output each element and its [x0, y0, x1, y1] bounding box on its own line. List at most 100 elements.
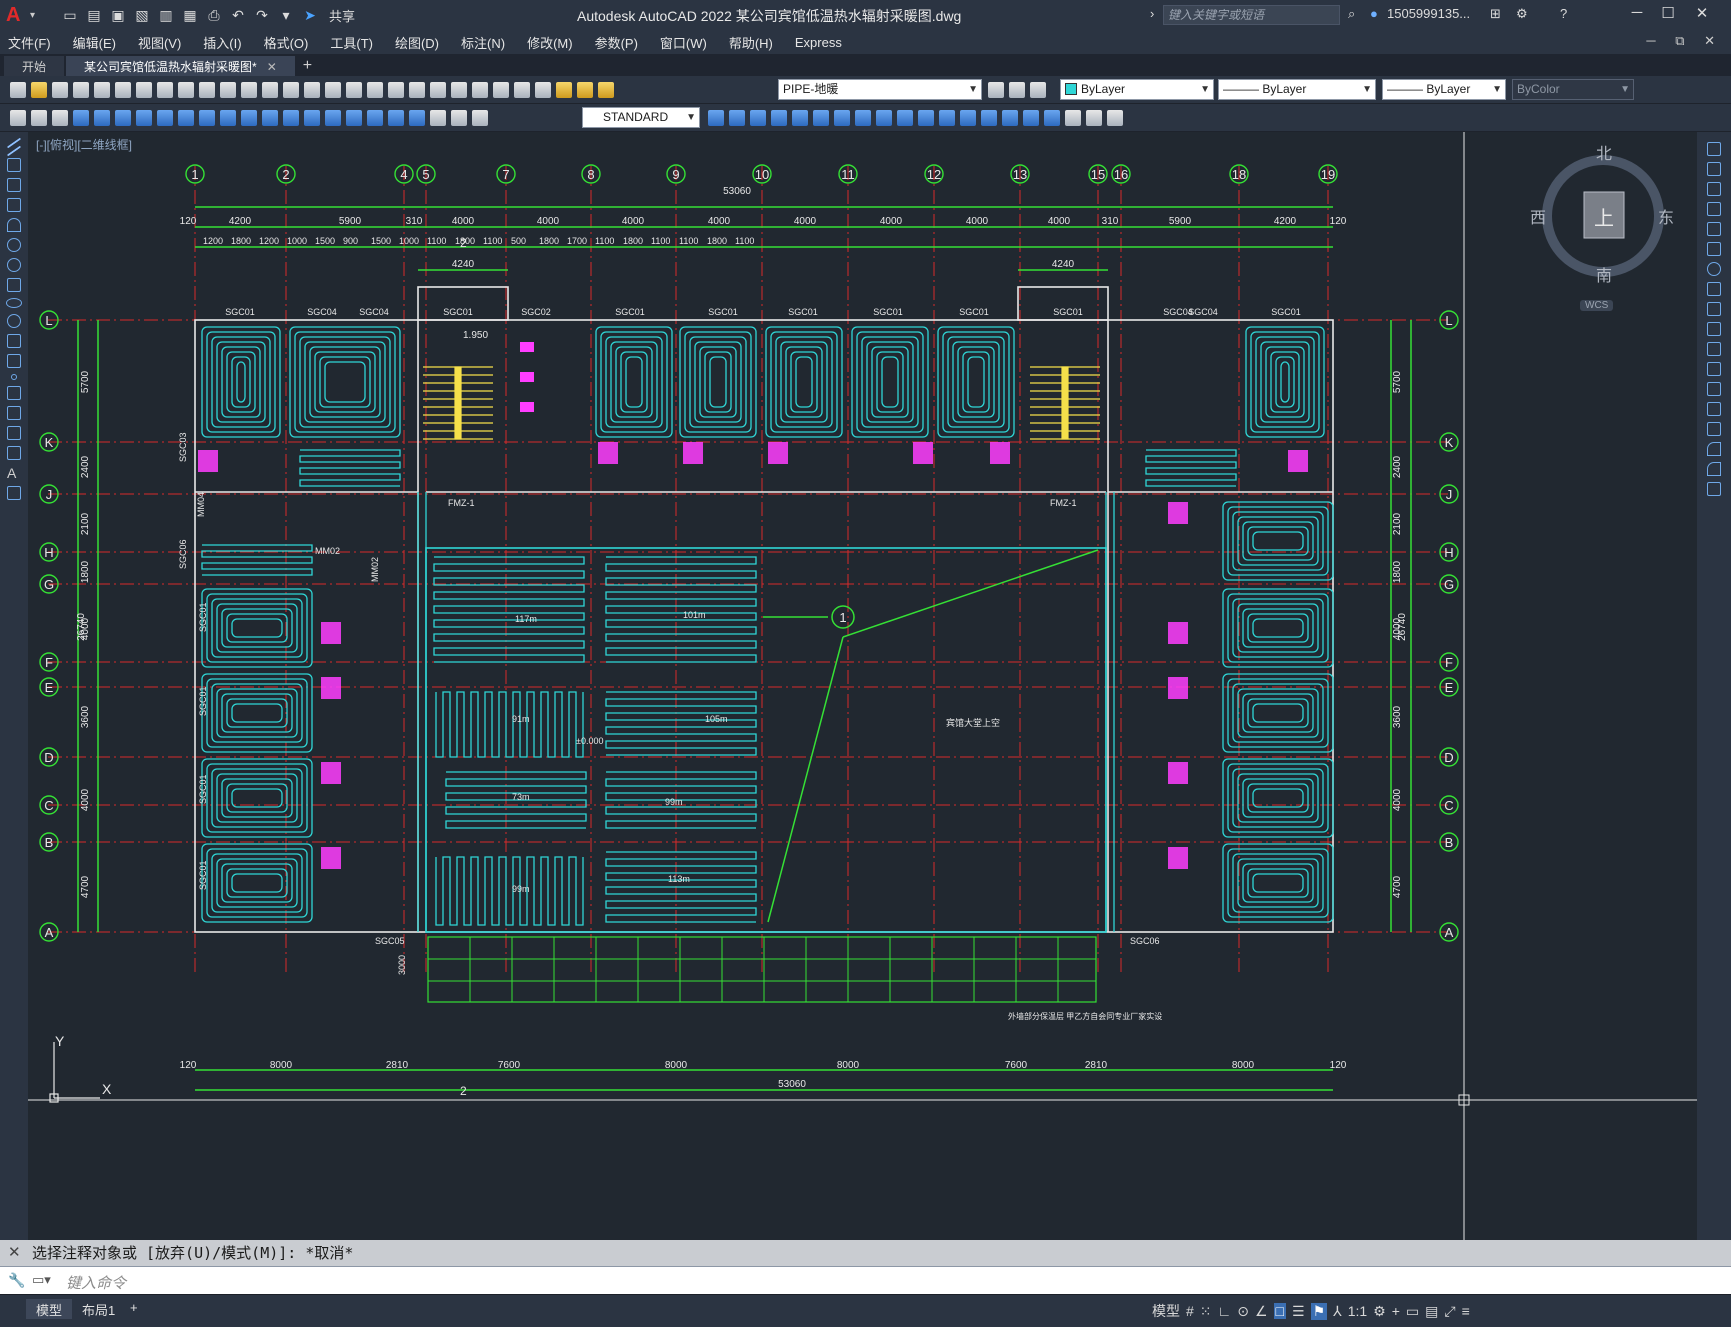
join-v-icon[interactable] — [1707, 402, 1721, 416]
close-icon[interactable]: ✕ — [1688, 4, 1716, 26]
text-style-dropdown[interactable]: STANDARD ▼ — [582, 107, 700, 128]
menu-tools[interactable]: 工具(T) — [330, 33, 373, 52]
cut-icon[interactable] — [157, 82, 173, 98]
circle-icon[interactable] — [7, 238, 21, 252]
fillet-icon[interactable] — [1023, 110, 1039, 126]
search-chevron-icon[interactable]: › — [1150, 6, 1154, 21]
zoom-window-icon[interactable] — [346, 82, 362, 98]
open-web-icon[interactable]: ▥ — [155, 4, 177, 26]
erase-icon[interactable] — [729, 110, 745, 126]
plot-icon[interactable] — [73, 82, 89, 98]
rotate-v-icon[interactable] — [1707, 262, 1721, 276]
tab-start[interactable]: 开始 — [4, 56, 65, 76]
layer-dropdown[interactable]: PIPE-地暖 ▼ — [778, 79, 982, 100]
customize-qa-icon[interactable]: ▾ — [275, 4, 297, 26]
zoom-realtime-icon[interactable] — [325, 82, 341, 98]
chamfer-v-icon[interactable] — [1707, 422, 1721, 436]
save-as-icon[interactable]: ▧ — [131, 4, 153, 26]
break-point-v-icon[interactable] — [1707, 362, 1721, 376]
workspace-gear-icon[interactable]: ⚙ — [1373, 1303, 1386, 1320]
stretch-icon[interactable] — [897, 110, 913, 126]
bring-front-icon[interactable] — [1086, 110, 1102, 126]
view-cube-top-label[interactable]: 上 — [1594, 202, 1614, 231]
document-window-controls-icon[interactable]: ─ ⧉ ✕ — [1646, 33, 1723, 49]
quick-dim-icon[interactable] — [241, 110, 257, 126]
scale-label[interactable]: 1:1 — [1348, 1303, 1367, 1319]
menu-modify[interactable]: 修改(M) — [527, 33, 573, 52]
mirror-icon[interactable] — [771, 110, 787, 126]
stretch-v-icon[interactable] — [1707, 302, 1721, 316]
share-icon[interactable]: ➤ — [299, 4, 321, 26]
dim-text-edit-icon[interactable] — [451, 110, 467, 126]
array-v-icon[interactable] — [1707, 222, 1721, 236]
maximize-icon[interactable]: ☐ — [1654, 4, 1682, 26]
new-icon[interactable] — [10, 82, 26, 98]
user-name[interactable]: 1505999135... — [1387, 6, 1470, 21]
compass-south[interactable]: 南 — [1596, 262, 1612, 286]
search-icon[interactable]: ⌕ — [1348, 6, 1355, 22]
hatch-icon[interactable] — [7, 386, 21, 400]
view-cube[interactable]: 北 南 东 西 上 WCS — [1528, 140, 1678, 311]
tool-b-icon[interactable] — [31, 110, 47, 126]
osnap-tracking-icon[interactable]: ∠ — [1255, 1303, 1268, 1320]
design-center-icon[interactable] — [409, 82, 425, 98]
add-selected-icon[interactable] — [7, 486, 21, 500]
compass-north[interactable]: 北 — [1596, 140, 1612, 164]
layer-lock-icon[interactable] — [598, 82, 614, 98]
explode-v-icon[interactable] — [1707, 482, 1721, 496]
markup-icon[interactable] — [472, 82, 488, 98]
sheet-set-icon[interactable] — [451, 82, 467, 98]
aligned-dim-icon[interactable] — [94, 110, 110, 126]
insert-block-icon[interactable] — [7, 334, 21, 348]
plus-icon[interactable]: + — [1392, 1303, 1400, 1319]
lineweight-icon[interactable]: ☰ — [1292, 1303, 1305, 1320]
wcs-menu[interactable]: WCS — [1580, 300, 1614, 311]
linear-dim-icon[interactable] — [73, 110, 89, 126]
add-layout-icon[interactable]: + — [120, 1299, 148, 1319]
polyline-icon[interactable] — [7, 158, 21, 172]
pan-icon[interactable] — [304, 82, 320, 98]
match-properties-icon[interactable] — [220, 82, 236, 98]
wrench-icon[interactable]: 🔧 — [8, 1272, 25, 1289]
ellipse-arc-icon[interactable] — [7, 314, 21, 328]
save-web-icon[interactable]: ▦ — [179, 4, 201, 26]
3dprint-icon[interactable] — [136, 82, 152, 98]
copy-v-icon[interactable] — [1707, 162, 1721, 176]
help-icon[interactable] — [514, 82, 530, 98]
layer-on-icon[interactable] — [556, 82, 572, 98]
trim-v-icon[interactable] — [1707, 322, 1721, 336]
tool-c-icon[interactable] — [52, 110, 68, 126]
new-file-icon[interactable]: ▭ — [59, 4, 81, 26]
new-tab-icon[interactable]: + — [303, 57, 312, 75]
properties-icon[interactable] — [388, 82, 404, 98]
erase-v-icon[interactable] — [1707, 142, 1721, 156]
dim-update-icon[interactable] — [472, 110, 488, 126]
command-line[interactable]: 🔧 ▭▾ 键入命令 — [0, 1266, 1731, 1294]
mirror-v-icon[interactable] — [1707, 182, 1721, 196]
undo-icon[interactable] — [262, 82, 278, 98]
extend-icon[interactable] — [939, 110, 955, 126]
menu-format[interactable]: 格式(O) — [264, 33, 309, 52]
diameter-icon[interactable] — [199, 110, 215, 126]
linetype-dropdown[interactable]: ——— ByLayer ▼ — [1218, 79, 1376, 100]
grid-icon[interactable]: # — [1186, 1303, 1194, 1319]
customization-icon[interactable]: ≡ — [1462, 1303, 1470, 1319]
copy-icon[interactable] — [178, 82, 194, 98]
redo-icon[interactable]: ↷ — [251, 4, 273, 26]
plotstyle-dropdown[interactable]: ByColor ▼ — [1512, 79, 1634, 100]
array-icon[interactable] — [813, 110, 829, 126]
dim-style-icon[interactable] — [708, 110, 724, 126]
snap-icon[interactable]: ⁙ — [1200, 1303, 1212, 1320]
calculator-icon[interactable] — [493, 82, 509, 98]
rectangle-icon[interactable] — [7, 198, 21, 212]
color-dropdown[interactable]: ByLayer ▼ — [1060, 79, 1214, 100]
make-block-icon[interactable] — [7, 354, 21, 368]
menu-window[interactable]: 窗口(W) — [660, 33, 707, 52]
send-back-icon[interactable] — [1107, 110, 1123, 126]
space-icon[interactable] — [304, 110, 320, 126]
user-icon[interactable]: ● — [1370, 6, 1378, 21]
radius-icon[interactable] — [157, 110, 173, 126]
jogged-icon[interactable] — [178, 110, 194, 126]
move-v-icon[interactable] — [1707, 242, 1721, 256]
autocad-logo[interactable]: A — [6, 4, 28, 26]
